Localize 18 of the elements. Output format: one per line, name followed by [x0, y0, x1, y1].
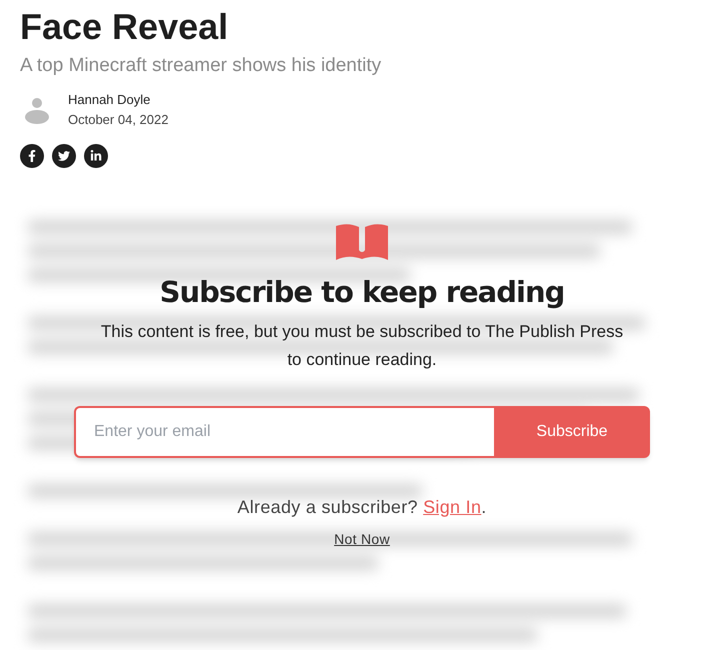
publish-date: October 04, 2022: [68, 111, 168, 129]
article-title: Face Reveal: [20, 6, 230, 48]
facebook-share-button[interactable]: [20, 144, 44, 168]
book-icon: [336, 224, 388, 260]
email-field[interactable]: Enter your email: [74, 406, 494, 458]
twitter-icon: [58, 150, 70, 162]
not-now-link[interactable]: Not Now: [334, 529, 390, 550]
paywall-heading: Subscribe to keep reading: [160, 274, 564, 311]
facebook-icon: [26, 150, 38, 162]
article-subtitle: A top Minecraft streamer shows his identity: [20, 54, 382, 78]
twitter-share-button[interactable]: [52, 144, 76, 168]
sign-in-link[interactable]: Sign In: [423, 497, 482, 517]
linkedin-icon: [90, 150, 102, 162]
author-name: Hannah Doyle: [68, 91, 152, 109]
paywall-message: This content is free, but you must be subscribed to The Publish Press to continue reading.: [100, 321, 624, 371]
signin-prompt: Already a subscriber? Sign In.: [237, 496, 487, 519]
subscribe-button[interactable]: Subscribe: [494, 406, 650, 458]
linkedin-share-button[interactable]: [84, 144, 108, 168]
